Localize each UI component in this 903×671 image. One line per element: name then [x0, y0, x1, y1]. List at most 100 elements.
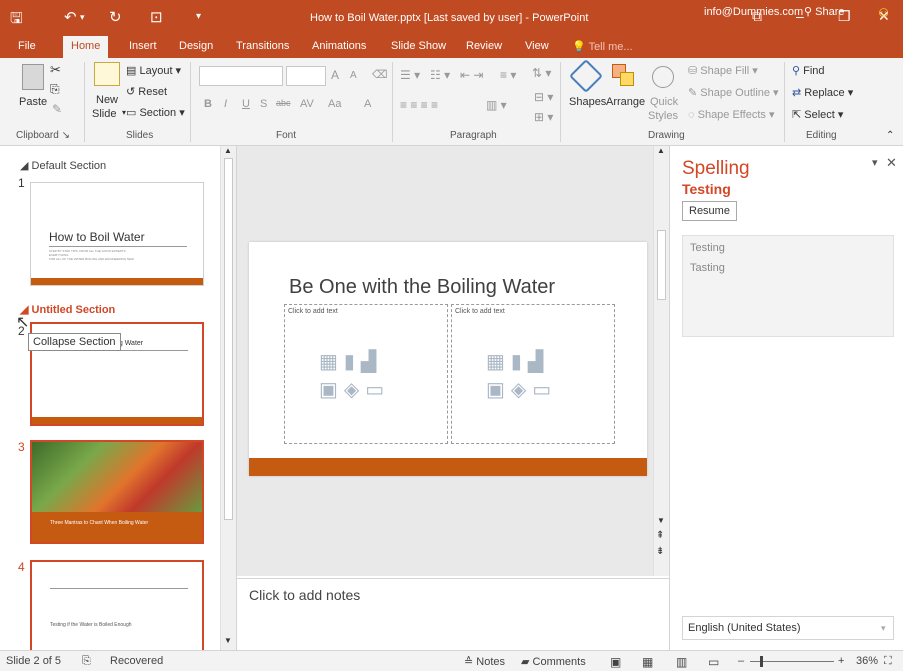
tab-file[interactable]: File — [18, 40, 36, 52]
align-text-icon[interactable]: ⊟ ▾ — [534, 90, 553, 104]
account-name[interactable]: info@Dummies.com — [704, 6, 803, 18]
select-button[interactable]: ⇱ Select ▾ — [792, 108, 843, 121]
cut-icon[interactable]: ✂ — [50, 62, 61, 78]
spell-check-icon[interactable]: ⎘ — [82, 655, 91, 668]
layout-button[interactable]: ▤ Layout ▾ — [126, 64, 181, 77]
tell-me-search[interactable]: 💡 Tell me... — [572, 40, 633, 53]
shape-fill-button[interactable]: ⛁ Shape Fill ▾ — [688, 64, 758, 77]
suggestions-list[interactable]: Testing Tasting — [682, 235, 894, 337]
copy-icon[interactable]: ⎘ — [50, 82, 60, 97]
quick-styles-label-2[interactable]: Styles — [648, 110, 678, 122]
paste-icon[interactable] — [22, 64, 44, 90]
insert-media-icons[interactable]: ▣◈▭ — [486, 377, 557, 402]
close-pane-icon[interactable]: ✕ — [886, 155, 897, 171]
scrollbar-thumb[interactable] — [657, 230, 666, 300]
font-family-dropdown[interactable] — [199, 66, 283, 86]
shapes-button-label[interactable]: Shapes — [569, 96, 606, 108]
font-color-button[interactable]: A — [364, 98, 371, 110]
strikethrough-button[interactable]: abc — [276, 98, 291, 108]
pane-options-icon[interactable]: ▾ — [872, 156, 878, 169]
tab-transitions[interactable]: Transitions — [236, 40, 289, 52]
tab-design[interactable]: Design — [179, 40, 213, 52]
next-slide-icon[interactable]: ⇟ — [656, 546, 664, 557]
bullets-icon[interactable]: ☰ ▾ — [400, 68, 420, 82]
insert-content-icons[interactable]: ▦▮▟ — [319, 349, 382, 374]
decrease-font-size-button[interactable]: A — [350, 70, 357, 81]
share-button[interactable]: ⚲ Share — [804, 5, 844, 18]
normal-view-icon[interactable]: ▣ — [610, 655, 621, 669]
slide-show-view-icon[interactable]: ▭ — [708, 655, 719, 669]
tab-insert[interactable]: Insert — [129, 40, 157, 52]
zoom-level[interactable]: 36% — [856, 655, 878, 667]
content-placeholder-left[interactable]: Click to add text ▦▮▟ ▣◈▭ — [284, 304, 448, 444]
clear-formatting-icon[interactable]: ⌫ — [372, 68, 388, 81]
paste-button-label[interactable]: Paste — [19, 96, 47, 108]
scrollbar-thumb[interactable] — [224, 158, 233, 520]
character-spacing-button[interactable]: AV — [300, 98, 314, 110]
slide-count[interactable]: Slide 2 of 5 — [6, 655, 61, 667]
comments-toggle[interactable]: ▰ Comments — [521, 655, 586, 668]
notes-pane[interactable]: Click to add notes — [237, 578, 669, 650]
smartart-icon[interactable]: ⊞ ▾ — [534, 110, 553, 124]
slide-title[interactable]: Be One with the Boiling Water — [289, 276, 555, 299]
zoom-slider-handle[interactable] — [760, 656, 763, 667]
resume-button[interactable]: Resume — [682, 201, 737, 221]
quick-styles-label-1[interactable]: Quick — [650, 96, 678, 108]
fit-to-window-icon[interactable]: ⛶ — [884, 655, 892, 668]
undo-dropdown-icon[interactable]: ▾ — [80, 12, 85, 23]
find-button[interactable]: ⚲ Find — [792, 64, 825, 77]
customize-toolbar-icon[interactable]: ▾ — [196, 11, 201, 22]
undo-icon[interactable]: ↶ — [64, 8, 77, 26]
insert-content-icons[interactable]: ▦▮▟ — [486, 349, 549, 374]
slide-thumbnail-3[interactable]: Three Mantras to Chant When Boiling Wate… — [30, 440, 204, 544]
save-icon[interactable]: 🖫 — [10, 8, 23, 33]
language-dropdown[interactable]: English (United States) ▾ — [682, 616, 894, 640]
replace-button[interactable]: ⇄ Replace ▾ — [792, 86, 853, 99]
section-header-untitled[interactable]: ◢ Untitled Section — [20, 303, 115, 316]
tab-animations[interactable]: Animations — [312, 40, 366, 52]
shapes-icon[interactable] — [569, 59, 603, 93]
slide-thumbnail-4[interactable]: Testing if the Water is Boiled Enough — [30, 560, 204, 654]
align-icons[interactable]: ≡ ≡ ≡ ≡ — [400, 98, 438, 112]
line-spacing-icon[interactable]: ≡ ▾ — [500, 68, 516, 82]
slide-thumbnail-1[interactable]: How to Boil Water STEP BY STEP TIPS, FRO… — [30, 182, 204, 286]
new-slide-label-1[interactable]: New — [96, 94, 118, 106]
zoom-in-icon[interactable]: + — [838, 655, 844, 667]
font-size-dropdown[interactable] — [286, 66, 326, 86]
numbering-icon[interactable]: ☷ ▾ — [430, 68, 450, 82]
change-case-button[interactable]: Aa — [328, 98, 341, 110]
columns-icon[interactable]: ▥ ▾ — [486, 98, 507, 112]
previous-slide-icon[interactable]: ⇞ — [656, 530, 664, 541]
shape-outline-button[interactable]: ✎ Shape Outline ▾ — [688, 86, 779, 99]
format-painter-icon[interactable]: ✎ — [52, 102, 62, 116]
shape-effects-button[interactable]: ◌ Shape Effects ▾ — [688, 108, 774, 121]
tab-slide-show[interactable]: Slide Show — [391, 40, 446, 52]
bold-button[interactable]: B — [204, 98, 212, 110]
editor-scrollbar[interactable]: ▲ ▼ ⇞ ⇟ — [653, 146, 669, 576]
redo-icon[interactable]: ↻ — [109, 8, 122, 26]
zoom-out-icon[interactable]: – — [738, 655, 744, 667]
start-from-beginning-icon[interactable]: ⊡ — [150, 8, 163, 26]
slide-sorter-view-icon[interactable]: ▦ — [642, 655, 653, 669]
notes-toggle[interactable]: ≙ Notes — [464, 655, 505, 668]
suggestion-item[interactable]: Tasting — [690, 262, 725, 274]
reset-button[interactable]: ↺ Reset — [126, 85, 167, 98]
collapse-ribbon-icon[interactable]: ⌃ — [886, 130, 894, 141]
smiley-feedback-icon[interactable]: ☺ — [876, 4, 891, 21]
content-placeholder-right[interactable]: Click to add text ▦▮▟ ▣◈▭ — [451, 304, 615, 444]
underline-button[interactable]: U — [242, 98, 250, 110]
text-direction-icon[interactable]: ⇅ ▾ — [532, 66, 551, 80]
new-slide-icon[interactable] — [94, 62, 120, 86]
insert-media-icons[interactable]: ▣◈▭ — [319, 377, 390, 402]
text-shadow-button[interactable]: S — [260, 98, 267, 110]
arrange-button-label[interactable]: Arrange — [606, 96, 645, 108]
section-button[interactable]: ▭ Section ▾ — [126, 106, 185, 119]
tab-home[interactable]: Home — [63, 36, 109, 58]
increase-font-size-button[interactable]: A — [331, 68, 339, 82]
suggestion-item[interactable]: Testing — [690, 242, 725, 254]
quick-styles-icon[interactable] — [652, 66, 674, 88]
tab-view[interactable]: View — [525, 40, 549, 52]
new-slide-label-2[interactable]: Slide — [92, 108, 116, 120]
thumbnail-scrollbar[interactable]: ▲ ▼ — [220, 146, 236, 650]
indent-icons[interactable]: ⇤ ⇥ — [460, 68, 483, 82]
